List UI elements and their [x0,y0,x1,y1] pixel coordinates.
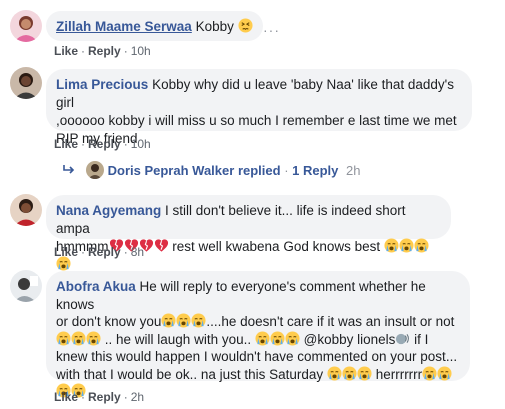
crying-face-icon [384,238,399,253]
reply-arrow-icon [63,165,75,174]
replier-name[interactable]: Doris Peprah Walker [108,163,235,178]
like-link[interactable]: Like [54,44,78,58]
comment-text-line: knew this would happen I wouldn't have c… [56,349,458,364]
avatar [85,161,104,179]
comment-bubble: Lima Precious Kobby why did u leave 'bab… [46,69,472,146]
comment-text-line: .. he will laugh with you.. [104,331,252,347]
comment-text-line: ....he doesn't care if it was an insult … [206,314,455,329]
reply-link[interactable]: Reply [88,137,121,151]
comment-bubble: Abofra Akua He will reply to everyone's … [46,271,470,381]
comment-author[interactable]: Nana Agyemang [56,203,161,218]
crying-face-icon [357,366,372,381]
comment-text-line: with that I would be ok.. na just this S… [56,366,324,382]
crying-face-icon [437,366,452,381]
comment-author[interactable]: Abofra Akua [56,279,136,294]
comment-text-line: rest well kwabena God knows best [172,239,381,254]
reply-link[interactable]: Reply [88,390,121,404]
comment-mention: @kobby lionels [303,331,396,347]
reply-link[interactable]: Reply [88,44,121,58]
crying-face-icon [270,331,285,346]
more-options-icon[interactable]: ··· [263,22,280,38]
crying-face-icon [285,331,300,346]
broken-heart-icon [154,238,169,253]
replies-summary[interactable]: Doris Peprah Walker replied · 1 Reply 2h [62,161,361,181]
crying-face-icon [161,313,176,328]
comment-time[interactable]: 2h [131,390,144,404]
avatar[interactable] [10,67,42,99]
crying-face-icon [86,331,101,346]
separator: · [123,44,128,58]
separator: · [123,137,128,151]
separator: · [123,245,128,259]
replied-label: replied [237,163,281,178]
separator: · [81,245,86,259]
crying-face-icon [255,331,270,346]
crying-face-icon [422,366,437,381]
comment-bubble: Nana Agyemang I still don't believe it..… [46,195,451,239]
crying-face-icon [414,238,429,253]
avatar[interactable] [10,10,42,42]
comment-time[interactable]: 8h [131,245,144,259]
separator: · [123,390,128,404]
comment-actions: Like · Reply · 2h [54,390,144,404]
comment-actions: Like · Reply · 10h [54,137,151,151]
like-link[interactable]: Like [54,245,78,259]
separator: · [81,390,86,404]
comment-text: Kobby [195,19,234,34]
like-link[interactable]: Like [54,390,78,404]
comment-text-line: or don't know you [56,314,162,329]
crying-face-icon [399,238,414,253]
avatar[interactable] [10,194,42,226]
separator: · [81,137,86,151]
separator: · [81,44,86,58]
comment-author[interactable]: Zillah Maame Serwaa [56,19,192,34]
comment-text-line: ,oooooo kobby i will miss u so much I re… [56,113,457,128]
like-link[interactable]: Like [54,137,78,151]
avatar[interactable] [10,270,42,302]
comment-text-line: herrrrrrr [375,366,423,382]
comment-author[interactable]: Lima Precious [56,77,148,92]
comment-text-line: if I [414,331,429,347]
reply-link[interactable]: Reply [88,245,121,259]
persevering-face-icon [238,18,253,33]
comment-time[interactable]: 10h [131,44,151,58]
speaking-head-icon [395,331,410,346]
reply-time: 2h [346,163,361,178]
crying-face-icon [56,331,71,346]
comment-bubble: Zillah Maame Serwaa Kobby [46,11,263,41]
comment-time[interactable]: 10h [131,137,151,151]
comment-actions: Like · Reply · 10h [54,44,151,58]
crying-face-icon [342,366,357,381]
crying-face-icon [191,313,206,328]
crying-face-icon [327,366,342,381]
crying-face-icon [71,331,86,346]
reply-count[interactable]: 1 Reply [292,163,338,178]
comment-actions: Like · Reply · 8h [54,245,144,259]
separator: · [284,163,289,178]
crying-face-icon [176,313,191,328]
